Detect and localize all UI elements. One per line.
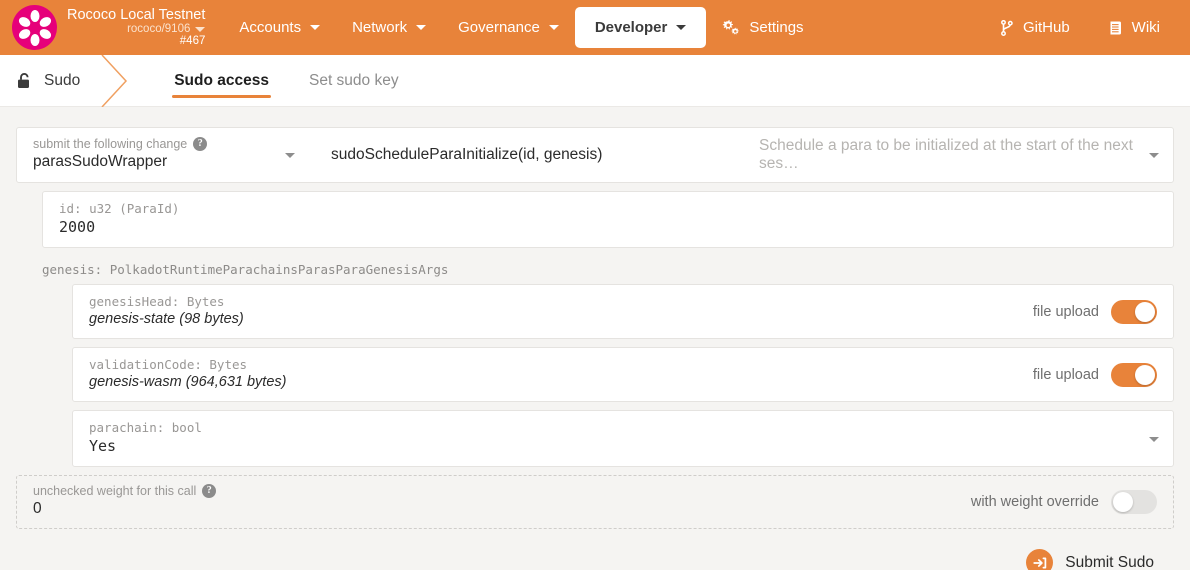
field-id[interactable]: id: u32 (ParaId) 2000 [42,191,1174,248]
breadcrumb: Sudo [0,55,103,106]
submit-sudo-label: Submit Sudo [1065,553,1154,570]
chevron-down-icon[interactable] [1149,436,1159,442]
submit-change-row: submit the following change ? parasSudoW… [16,127,1174,183]
code-branch-icon [1000,19,1014,36]
toggle-knob [1113,492,1133,512]
field-validation-code[interactable]: validationCode: Bytes genesis-wasm (964,… [72,347,1174,402]
nav-item-label: Governance [458,19,540,36]
nav-item-governance[interactable]: Governance [442,11,575,44]
submit-change-text: submit the following change [33,137,188,151]
tab-label: Set sudo key [308,71,399,89]
tab-label: Sudo access [174,71,269,89]
method-value: sudoScheduleParaInitialize(id, genesis) [331,146,603,163]
submit-change-label: submit the following change ? [17,128,309,151]
unchecked-weight-text: unchecked weight for this call [33,484,197,498]
field-id-label: id: u32 (ParaId) [59,201,180,216]
call-selector-group: submit the following change ? parasSudoW… [17,128,1173,182]
file-upload-label: file upload [1032,366,1099,383]
nav-item-label: Network [352,19,408,36]
field-genesis-head-value: genesis-state (98 bytes) [89,311,244,327]
sudo-form: submit the following change ? parasSudoW… [0,107,1190,570]
tab-list: Sudo access Set sudo key [154,55,418,106]
validation-code-upload-control: file upload [1032,362,1157,387]
chevron-down-icon [285,153,295,158]
nav-item-label: Developer [594,19,668,36]
toggle-knob [1135,301,1155,322]
chevron-down-icon [548,25,559,30]
nav-item-network[interactable]: Network [336,11,442,44]
nav-item-developer[interactable]: Developer [574,7,707,48]
breadcrumb-separator [101,55,138,107]
app-root: Rococo Local Testnet rococo/9106 #467 Ac… [0,0,1190,570]
file-upload-toggle[interactable] [1111,362,1157,387]
breadcrumb-label: Sudo [44,71,81,89]
chevron-down-icon [195,26,206,32]
nav-link-label: Wiki [1131,19,1160,36]
nav-item-label: Accounts [239,19,302,36]
chain-endpoint: rococo/9106 [127,23,191,36]
chain-endpoint-row: rococo/9106 [67,23,206,36]
book-icon [1108,20,1123,36]
field-genesis-head[interactable]: genesisHead: Bytes genesis-state (98 byt… [72,284,1174,339]
field-parachain-value: Yes [89,437,117,455]
method-description[interactable]: Schedule a para to be initialized at the… [743,128,1173,182]
field-parachain-label: parachain: bool [89,420,202,435]
nav-item-accounts[interactable]: Accounts [223,11,336,44]
weight-override-label: with weight override [970,494,1099,510]
module-select[interactable]: submit the following change ? parasSudoW… [17,128,309,182]
method-select[interactable]: sudoScheduleParaInitialize(id, genesis) [309,128,743,182]
chevron-down-icon [416,25,427,30]
gears-icon [722,19,740,36]
sign-in-icon [1026,549,1054,570]
nav-link-wiki[interactable]: Wiki [1092,11,1176,44]
toggle-knob [1135,364,1155,385]
method-description-text: Schedule a para to be initialized at the… [759,137,1133,172]
weight-override-toggle[interactable] [1111,490,1157,514]
chevron-down-icon [1149,153,1159,158]
unchecked-weight-row: unchecked weight for this call ? 0 with … [16,475,1174,529]
nav-link-github[interactable]: GitHub [984,11,1086,44]
polkadot-logo-icon [12,5,57,50]
tab-set-sudo-key[interactable]: Set sudo key [289,55,419,106]
help-circle-icon[interactable]: ? [193,137,208,151]
nav-link-label: GitHub [1022,19,1070,36]
file-upload-label: file upload [1032,303,1099,320]
nav-item-settings[interactable]: Settings [706,11,819,44]
chain-selector[interactable]: Rococo Local Testnet rococo/9106 #467 [67,6,206,48]
field-parachain[interactable]: parachain: bool Yes [72,410,1174,467]
tab-sudo-access[interactable]: Sudo access [154,55,289,106]
genesis-head-upload-control: file upload [1032,299,1157,324]
chevron-down-icon [676,25,687,30]
chevron-down-icon [310,25,321,30]
chain-block-number: #467 [179,35,206,48]
field-genesis-head-label: genesisHead: Bytes [89,294,225,309]
unlock-icon [16,72,33,90]
top-navigation-bar: Rococo Local Testnet rococo/9106 #467 Ac… [0,0,1190,55]
nav-external-links: GitHub Wiki [984,11,1176,44]
file-upload-toggle[interactable] [1111,299,1157,324]
module-value: parasSudoWrapper [33,153,168,170]
help-circle-icon[interactable]: ? [202,484,217,498]
weight-override-control: with weight override [971,490,1157,514]
genesis-section-label: genesis: PolkadotRuntimeParachainsParasP… [42,262,449,277]
nav-item-label: Settings [749,19,804,36]
breadcrumb-tab-bar: Sudo Sudo access Set sudo key [0,55,1190,107]
field-validation-code-label: validationCode: Bytes [89,357,248,372]
submit-sudo-button[interactable]: Submit Sudo [1026,549,1154,570]
field-id-value: 2000 [59,218,96,236]
chain-name: Rococo Local Testnet [67,6,206,23]
submit-area: Submit Sudo [16,529,1174,570]
field-validation-code-value: genesis-wasm (964,631 bytes) [89,374,287,390]
